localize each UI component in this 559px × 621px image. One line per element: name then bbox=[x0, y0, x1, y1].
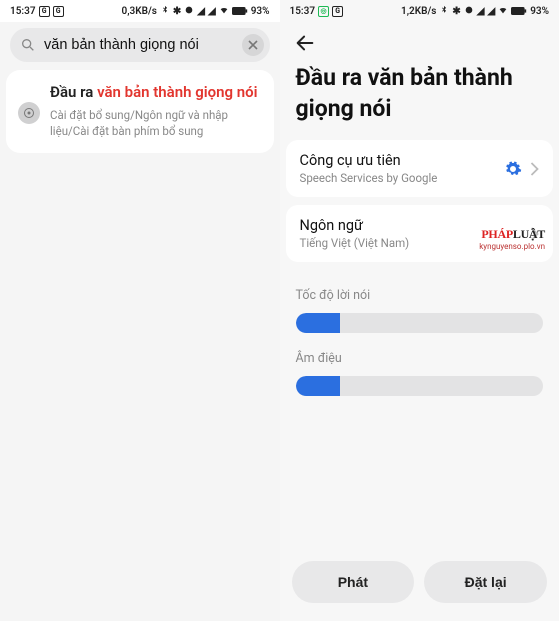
dnd-icon: ✱ bbox=[173, 6, 181, 17]
item-subtitle: Speech Services by Google bbox=[300, 171, 497, 185]
pitch-section: Âm điệu bbox=[296, 351, 544, 396]
app-g-icon: G bbox=[332, 6, 343, 17]
signal2-icon: ◢ bbox=[208, 6, 216, 17]
slider-fill bbox=[296, 313, 341, 333]
signal2-icon: ◢ bbox=[487, 6, 495, 17]
bluetooth-icon bbox=[160, 5, 170, 18]
dnd-icon: ✱ bbox=[452, 6, 460, 17]
alarm-icon bbox=[184, 5, 194, 18]
status-bar: 15:37 ◎ G 1,2KB/s ✱ ◢ ◢ 93% bbox=[280, 0, 559, 22]
item-title: Công cụ ưu tiên bbox=[300, 152, 497, 169]
speech-rate-section: Tốc độ lời nói bbox=[296, 288, 544, 333]
search-icon bbox=[20, 37, 36, 53]
result-text: Đầu ra văn bản thành giọng nói Cài đặt b… bbox=[50, 82, 262, 139]
play-button[interactable]: Phát bbox=[292, 561, 415, 603]
screen-search: 15:37 G G 0,3KB/s ✱ ◢ ◢ 93% bbox=[0, 0, 280, 621]
app-g-icon: G bbox=[53, 6, 64, 17]
arrow-left-icon bbox=[294, 32, 316, 54]
chevron-right-icon bbox=[530, 162, 539, 176]
search-bar[interactable] bbox=[10, 28, 270, 62]
page-title: Đầu ra văn bản thành giọng nói bbox=[280, 58, 559, 140]
app-icon: ◎ bbox=[318, 6, 329, 17]
status-time: 15:37 bbox=[10, 6, 36, 17]
battery-icon bbox=[232, 6, 248, 16]
back-button[interactable] bbox=[280, 22, 559, 58]
slider-label: Âm điệu bbox=[296, 351, 544, 366]
pitch-slider[interactable] bbox=[296, 376, 544, 396]
status-net: 0,3KB/s bbox=[121, 6, 156, 17]
bluetooth-icon bbox=[439, 5, 449, 18]
slider-label: Tốc độ lời nói bbox=[296, 288, 544, 303]
search-input[interactable] bbox=[44, 37, 234, 53]
status-net: 1,2KB/s bbox=[401, 6, 436, 17]
status-bar: 15:37 G G 0,3KB/s ✱ ◢ ◢ 93% bbox=[0, 0, 280, 22]
language-item[interactable]: Ngôn ngữ Tiếng Việt (Việt Nam) bbox=[286, 205, 554, 262]
screen-tts-settings: 15:37 ◎ G 1,2KB/s ✱ ◢ ◢ 93% Đầu r bbox=[280, 0, 559, 621]
clear-button[interactable] bbox=[242, 34, 264, 56]
item-title: Ngôn ngữ bbox=[300, 217, 523, 234]
alarm-icon bbox=[464, 5, 474, 18]
reset-button[interactable]: Đặt lại bbox=[424, 561, 547, 603]
result-title: Đầu ra văn bản thành giọng nói bbox=[50, 82, 262, 102]
search-result[interactable]: Đầu ra văn bản thành giọng nói Cài đặt b… bbox=[6, 70, 274, 153]
slider-fill bbox=[296, 376, 341, 396]
signal-icon: ◢ bbox=[477, 6, 485, 17]
preferred-engine-item[interactable]: Công cụ ưu tiên Speech Services by Googl… bbox=[286, 140, 554, 197]
google-icon: G bbox=[39, 6, 50, 17]
wifi-icon bbox=[219, 5, 229, 18]
battery-icon bbox=[511, 6, 527, 16]
item-subtitle: Tiếng Việt (Việt Nam) bbox=[300, 236, 523, 250]
settings-subpage-icon bbox=[18, 102, 40, 124]
status-time: 15:37 bbox=[290, 6, 316, 17]
speech-rate-slider[interactable] bbox=[296, 313, 544, 333]
status-battery: 93% bbox=[251, 6, 270, 17]
result-subtitle: Cài đặt bổ sung/Ngôn ngữ và nhập liệu/Cà… bbox=[50, 108, 262, 139]
chevron-right-icon bbox=[530, 227, 539, 241]
status-battery: 93% bbox=[530, 6, 549, 17]
engine-settings-button[interactable] bbox=[504, 160, 522, 178]
button-row: Phát Đặt lại bbox=[280, 561, 559, 621]
close-icon bbox=[248, 40, 258, 50]
wifi-icon bbox=[498, 5, 508, 18]
signal-icon: ◢ bbox=[197, 6, 205, 17]
